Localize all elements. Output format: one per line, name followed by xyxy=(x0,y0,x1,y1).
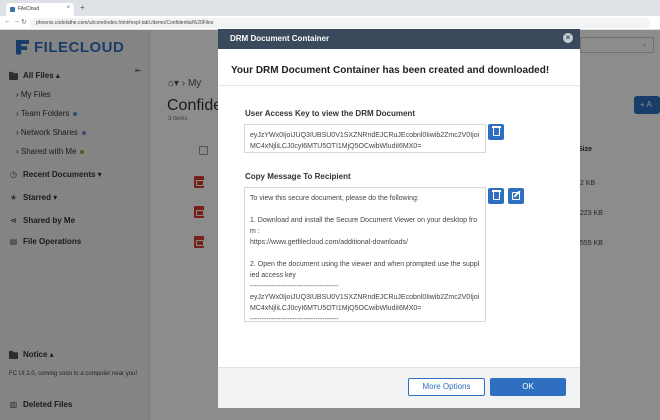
edit-message-button[interactable] xyxy=(508,188,524,204)
success-heading: Your DRM Document Container has been cre… xyxy=(231,65,550,76)
more-options-button[interactable]: More Options xyxy=(408,378,485,396)
trash-icon xyxy=(491,190,501,200)
browser-toolbar: ← → ↻ phoenix.codelathe.com/ui/core/inde… xyxy=(0,16,660,30)
drm-container-dialog: DRM Document Container × Your DRM Docume… xyxy=(218,29,580,408)
favicon-icon xyxy=(10,7,15,12)
address-bar[interactable]: phoenix.codelathe.com/ui/core/index.html… xyxy=(30,18,650,28)
access-key-field[interactable]: eyJzYWx0IjoiJUQ3IUBSU0V1SXZNRndEJCRuJEco… xyxy=(244,124,486,153)
ok-button[interactable]: OK xyxy=(490,378,566,396)
delete-key-button[interactable] xyxy=(488,124,504,140)
divider xyxy=(218,85,580,86)
copy-message-field[interactable]: To view this secure document, please do … xyxy=(244,187,486,322)
edit-icon xyxy=(512,192,520,200)
new-tab-icon[interactable]: + xyxy=(80,3,85,12)
browser-tab-title: FileCloud xyxy=(18,6,40,12)
delete-message-button[interactable] xyxy=(488,188,504,204)
close-tab-icon[interactable]: × xyxy=(66,5,70,11)
browser-tab[interactable]: FileCloud × xyxy=(6,3,74,16)
dialog-footer: More Options OK xyxy=(218,367,580,408)
browser-tab-bar: FileCloud × + xyxy=(0,0,660,16)
reload-icon[interactable]: ↻ xyxy=(21,18,27,26)
forward-icon[interactable]: → xyxy=(13,18,20,25)
access-key-label: User Access Key to view the DRM Document xyxy=(245,109,415,118)
dialog-header: DRM Document Container × xyxy=(218,29,580,49)
copy-message-label: Copy Message To Recipient xyxy=(245,172,351,181)
close-icon[interactable]: × xyxy=(563,33,573,43)
back-icon[interactable]: ← xyxy=(4,18,11,25)
trash-icon xyxy=(491,126,501,136)
dialog-title: DRM Document Container xyxy=(230,34,330,43)
